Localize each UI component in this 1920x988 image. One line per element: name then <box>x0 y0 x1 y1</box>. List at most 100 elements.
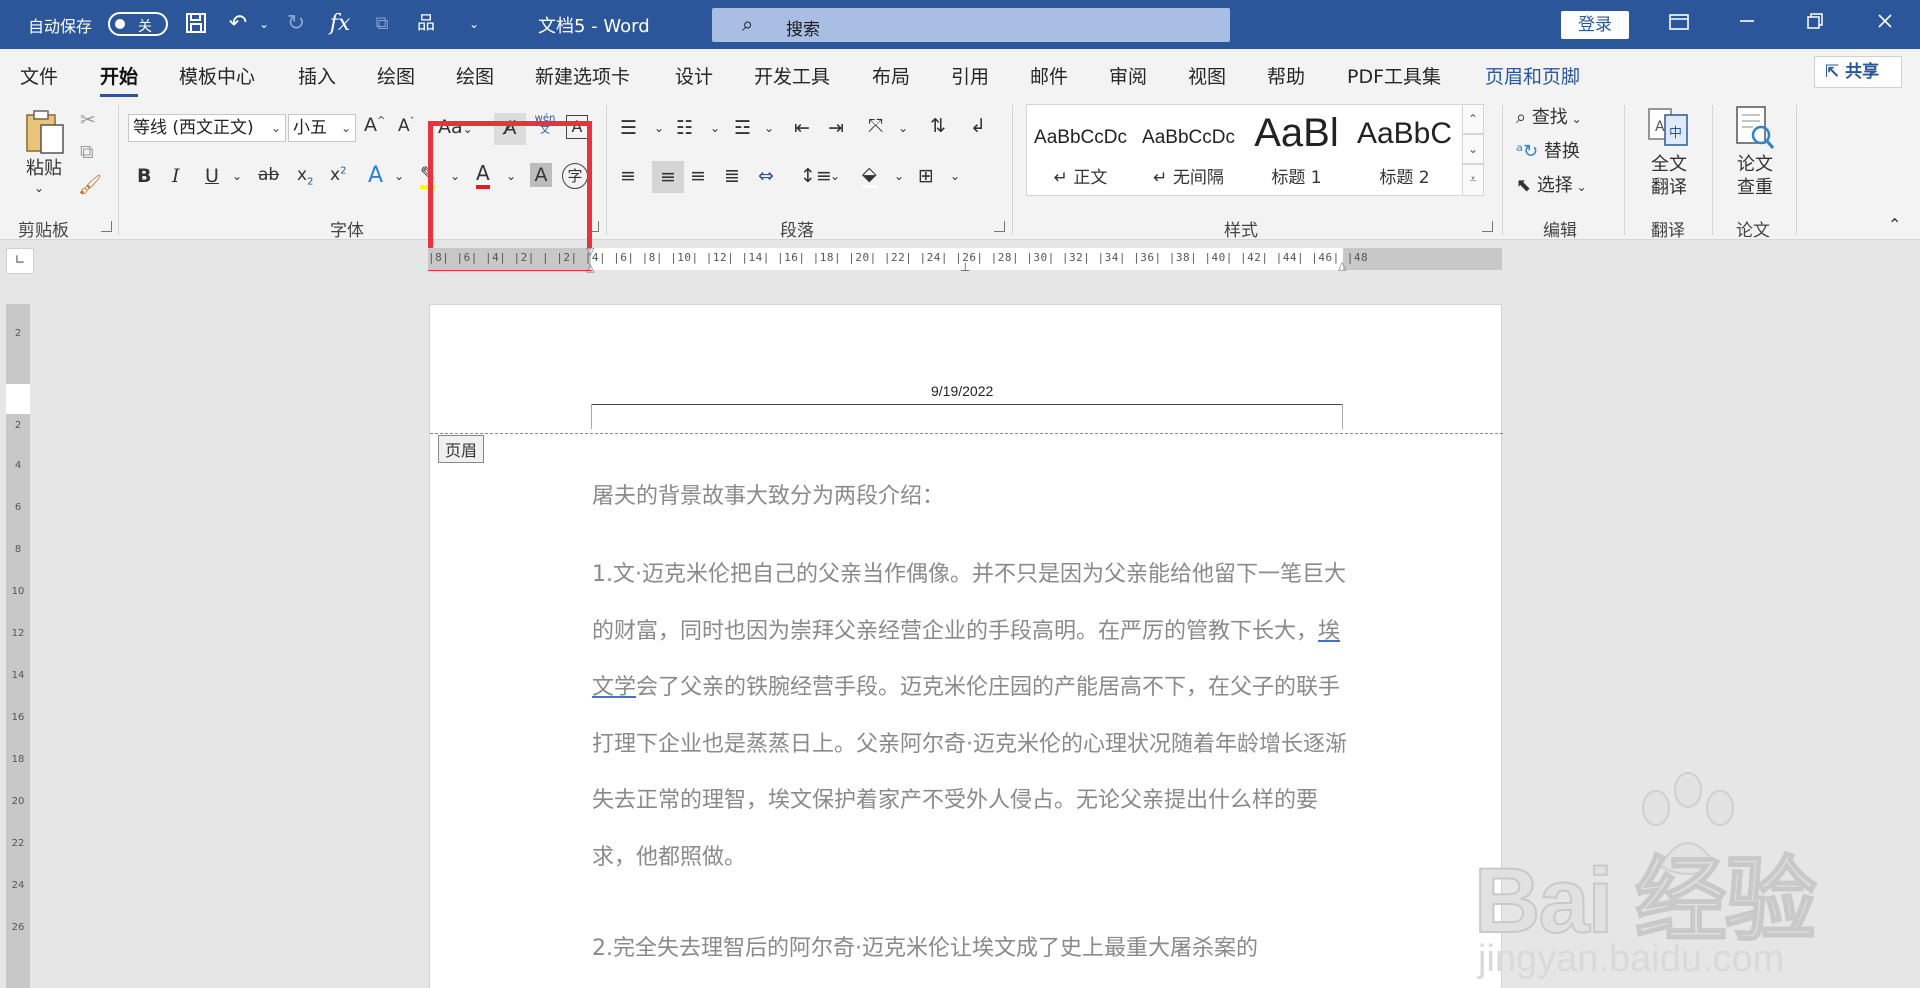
style-no-spacing[interactable]: AaBbCcDc ↵ 无间隔 <box>1135 105 1242 195</box>
replace-button[interactable]: ᵃ↻ 替换 <box>1516 137 1580 163</box>
autosave-toggle[interactable]: 关 <box>108 12 168 36</box>
paper-check-icon[interactable] <box>1732 105 1776 151</box>
multilevel-list-icon[interactable]: ☲ <box>734 117 751 139</box>
share-button[interactable]: ⇱ 共享 <box>1814 56 1902 88</box>
borders-dropdown-icon[interactable]: ⌄ <box>950 169 960 183</box>
shapes-icon[interactable]: ⧉ <box>368 11 396 37</box>
increase-indent-icon[interactable]: ⇥ <box>828 117 844 139</box>
vertical-ruler[interactable]: 2 2 4 6 8 10 12 14 16 18 20 22 24 26 <box>6 304 30 988</box>
save-icon[interactable] <box>182 11 210 37</box>
align-left-icon[interactable]: ≡ <box>620 165 636 187</box>
borders-icon[interactable]: ⊞ <box>918 165 934 187</box>
distributed-icon[interactable]: ⇔ <box>758 165 774 187</box>
document-page[interactable]: 9/19/2022 页眉 屠夫的背景故事大致分为两段介绍： 1.文·迈克米伦把自… <box>429 304 1503 988</box>
minimize-icon[interactable] <box>1732 10 1762 38</box>
customize-qat-icon[interactable]: ⌄ <box>460 11 488 37</box>
paragraph-launcher-icon[interactable] <box>994 221 1005 232</box>
first-line-indent-icon[interactable]: ▽ <box>586 245 594 258</box>
close-icon[interactable] <box>1870 10 1900 38</box>
paper-check-label[interactable]: 论文 查重 <box>1730 153 1780 199</box>
align-center-icon[interactable]: ≡ <box>652 161 684 193</box>
login-button[interactable]: 登录 <box>1561 11 1629 39</box>
undo-icon[interactable]: ↶ <box>224 11 252 37</box>
multilevel-dropdown-icon[interactable]: ⌄ <box>764 121 774 135</box>
tab-draw-2[interactable]: 绘图 <box>456 62 494 89</box>
hierarchy-icon[interactable]: 品 <box>412 11 440 37</box>
tab-new-tab[interactable]: 新建选项卡 <box>535 62 630 89</box>
format-painter-icon[interactable]: 🖌 <box>78 173 102 196</box>
bullets-dropdown-icon[interactable]: ⌄ <box>654 121 664 135</box>
sort-icon[interactable]: ⇅ <box>930 115 946 137</box>
right-indent-icon[interactable]: △ <box>1338 259 1346 272</box>
tab-insert[interactable]: 插入 <box>298 62 336 89</box>
hanging-indent-icon[interactable]: △ <box>586 261 594 274</box>
tab-pdf-tools[interactable]: PDF工具集 <box>1347 62 1441 89</box>
chinese-layout-icon[interactable]: ⤧ <box>868 115 883 137</box>
style-heading-1[interactable]: AaBl 标题 1 <box>1243 105 1350 195</box>
style-normal[interactable]: AaBbCcDc ↵ 正文 <box>1027 105 1134 195</box>
tab-developer[interactable]: 开发工具 <box>754 62 830 89</box>
restore-icon[interactable] <box>1800 10 1830 38</box>
copy-icon[interactable]: ⧉ <box>80 141 94 163</box>
search-box[interactable]: ⌕ 搜索 <box>712 8 1230 42</box>
strikethrough-icon[interactable]: ab <box>258 165 279 185</box>
paste-icon[interactable] <box>22 107 68 159</box>
styles-scroll-down-icon[interactable]: ⌄ <box>1462 134 1484 164</box>
tab-review[interactable]: 审阅 <box>1109 62 1147 89</box>
cut-icon[interactable]: ✂ <box>80 109 96 131</box>
decrease-indent-icon[interactable]: ⇤ <box>794 117 810 139</box>
align-right-icon[interactable]: ≡ <box>690 165 706 187</box>
function-icon[interactable]: fx <box>326 11 354 37</box>
paste-dropdown-icon[interactable]: ⌄ <box>34 181 44 195</box>
font-size-combo[interactable]: 小五 ⌄ <box>288 114 356 142</box>
tab-template-center[interactable]: 模板中心 <box>179 62 255 89</box>
tab-mailings[interactable]: 邮件 <box>1030 62 1068 89</box>
numbering-dropdown-icon[interactable]: ⌄ <box>710 121 720 135</box>
redo-icon[interactable]: ↻ <box>282 11 310 37</box>
tab-design[interactable]: 设计 <box>675 62 713 89</box>
line-spacing-icon[interactable]: ↕≡ <box>800 165 832 187</box>
tab-view[interactable]: 视图 <box>1188 62 1226 89</box>
style-heading-2[interactable]: AaBbC 标题 2 <box>1351 105 1458 195</box>
superscript-icon[interactable]: x2 <box>330 165 346 185</box>
tab-file[interactable]: 文件 <box>20 62 58 89</box>
collapse-ribbon-icon[interactable]: ⌃ <box>1888 215 1901 234</box>
tab-home[interactable]: 开始 <box>100 62 139 97</box>
show-marks-icon[interactable]: ↲ <box>970 115 986 137</box>
styles-more-icon[interactable]: ⩡ <box>1462 164 1484 196</box>
tab-help[interactable]: 帮助 <box>1267 62 1305 89</box>
shrink-font-icon[interactable]: Aˇ <box>398 116 415 136</box>
clipboard-launcher-icon[interactable] <box>101 221 112 232</box>
shading-icon[interactable]: ⬙ <box>862 163 877 188</box>
translate-icon[interactable]: A中 <box>1646 105 1690 151</box>
paragraph-2[interactable]: 2.完全失去理智后的阿尔奇·迈克米伦让埃文成了史上最重大屠杀案的 <box>592 921 1352 978</box>
tab-draw[interactable]: 绘图 <box>377 62 415 89</box>
paragraph-1[interactable]: 1.文·迈克米伦把自己的父亲当作偶像。并不只是因为父亲能给他留下一笔巨大的财富，… <box>592 547 1352 886</box>
find-button[interactable]: ⌕ 查找 ⌄ <box>1516 103 1582 129</box>
tab-header-footer[interactable]: 页眉和页脚 <box>1485 62 1580 89</box>
undo-dropdown-icon[interactable]: ⌄ <box>250 11 278 37</box>
subscript-icon[interactable]: x2 <box>297 165 313 187</box>
header-date[interactable]: 9/19/2022 <box>931 383 1051 399</box>
italic-icon[interactable]: I <box>172 165 180 187</box>
text-effects-icon[interactable]: A <box>368 163 383 188</box>
text-effects-dropdown-icon[interactable]: ⌄ <box>394 169 404 183</box>
underline-icon[interactable]: U <box>205 165 219 187</box>
numbering-icon[interactable]: ☷ <box>676 117 693 139</box>
bold-icon[interactable]: B <box>137 165 151 187</box>
tab-layout[interactable]: 布局 <box>872 62 910 89</box>
font-name-combo[interactable]: 等线 (西文正文) ⌄ <box>128 114 286 142</box>
shading-dropdown-icon[interactable]: ⌄ <box>894 169 904 183</box>
center-tab-icon[interactable]: ⊥ <box>960 260 970 274</box>
ribbon-display-options-icon[interactable] <box>1664 10 1694 38</box>
select-button[interactable]: ⬉ 选择 ⌄ <box>1516 171 1587 197</box>
styles-scroll-up-icon[interactable]: ⌃ <box>1462 104 1484 134</box>
tab-references[interactable]: 引用 <box>951 62 989 89</box>
bullets-icon[interactable]: ☰ <box>620 117 637 139</box>
paste-label[interactable]: 粘贴 <box>20 157 68 180</box>
justify-icon[interactable]: ≣ <box>724 165 740 187</box>
chinese-layout-dropdown-icon[interactable]: ⌄ <box>898 121 908 135</box>
tab-selector-icon[interactable]: ∟ <box>6 248 34 274</box>
underline-dropdown-icon[interactable]: ⌄ <box>232 169 242 183</box>
paragraph-intro[interactable]: 屠夫的背景故事大致分为两段介绍： <box>592 469 1352 526</box>
